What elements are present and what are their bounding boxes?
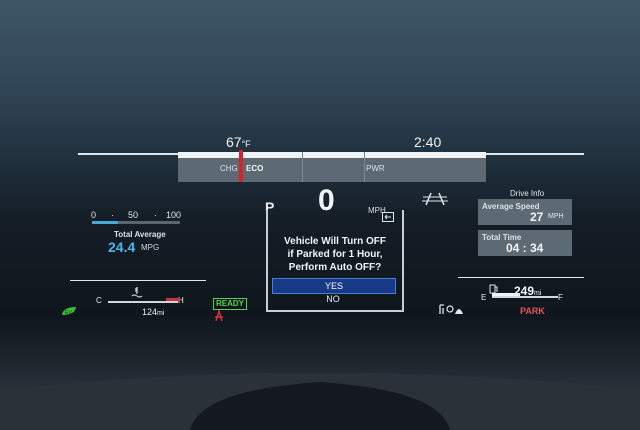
- scale-100: 100: [166, 210, 182, 220]
- yes-button[interactable]: YES: [272, 278, 396, 294]
- dialog-line-1: Vehicle Will Turn OFF: [284, 236, 386, 247]
- temperature-value: 67: [226, 134, 242, 150]
- drive-info-label: Drive Info: [510, 189, 545, 198]
- hybrid-warning-icon: [215, 310, 223, 322]
- temp-gauge-red-zone: [166, 298, 180, 301]
- total-time-value: 04 : 34: [506, 241, 544, 255]
- outside-temperature: 67°F: [226, 134, 251, 150]
- dashboard-shroud: [0, 372, 640, 430]
- lane-assist-icon: [422, 192, 448, 206]
- clock: 2:40: [414, 134, 442, 150]
- no-button[interactable]: NO: [272, 293, 394, 305]
- coolant-temp-icon: [131, 287, 143, 298]
- top-divider-left: [78, 153, 178, 155]
- mpg-value: 24.4: [108, 239, 136, 255]
- total-time-box: Total Time 04 : 34: [478, 230, 572, 256]
- fuel-gauge-bar: [492, 296, 558, 298]
- right-divider: [458, 277, 584, 278]
- average-speed-value: 27: [530, 210, 544, 224]
- scale-50: 50: [128, 210, 139, 220]
- fuel-gauge-fill: [492, 293, 520, 296]
- ev-range-value: 124: [142, 307, 158, 317]
- left-divider: [70, 280, 206, 281]
- total-average-label: Total Average: [114, 230, 166, 239]
- scale-0: 0: [91, 210, 97, 220]
- dialog-line-2: if Parked for 1 Hour,: [287, 249, 383, 260]
- park-indicator: PARK: [520, 306, 545, 316]
- ev-range: 124mi: [142, 307, 164, 317]
- power-meter-segment-eco: [302, 152, 365, 182]
- top-divider-right: [486, 153, 584, 155]
- mpg-unit: MPG: [141, 243, 160, 252]
- scale-dot-2: ·: [154, 210, 157, 220]
- average-speed-box: Average Speed 27 MPH: [478, 199, 572, 225]
- scale-dot-1: ·: [111, 210, 114, 220]
- power-meter: CHG ECO PWR: [178, 152, 486, 182]
- mpg-scale-fill: [92, 221, 118, 224]
- pwr-label: PWR: [366, 164, 385, 173]
- average-speed-unit: MPH: [548, 213, 564, 220]
- eco-leaf-icon: EV: [62, 307, 76, 316]
- fuel-empty-label: E: [481, 293, 487, 302]
- temp-gauge-bar: [108, 301, 178, 303]
- eco-indicator-marker: [239, 150, 243, 182]
- svg-text:EV: EV: [65, 310, 72, 316]
- temperature-unit: °F: [241, 139, 251, 149]
- temp-cold-label: C: [96, 296, 102, 305]
- ev-range-unit: mi: [157, 310, 165, 317]
- eco-label: ECO: [246, 164, 264, 173]
- door-open-icon: [382, 212, 394, 222]
- ready-indicator: READY: [213, 298, 248, 310]
- dialog-line-3: Perform Auto OFF?: [288, 262, 382, 273]
- auto-off-dialog: Vehicle Will Turn OFF if Parked for 1 Ho…: [266, 210, 404, 312]
- fuel-full-label: F: [558, 293, 563, 302]
- driver-assist-icon: [439, 304, 463, 314]
- chg-label: CHG: [220, 164, 238, 173]
